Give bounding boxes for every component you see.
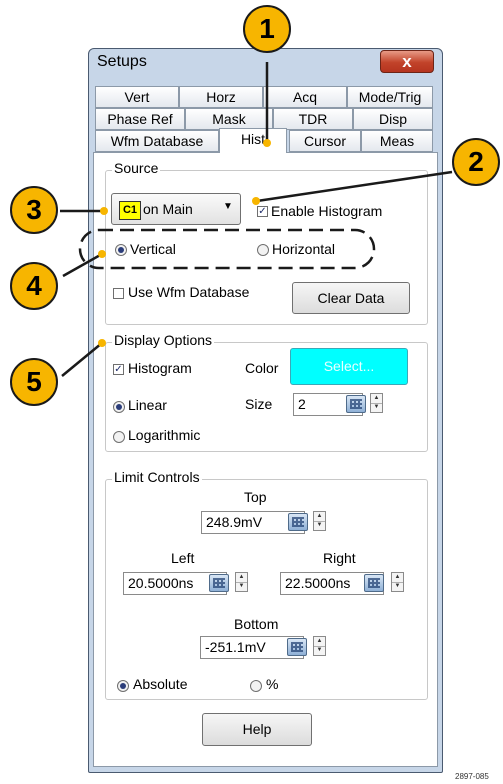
orientation-highlight-box: [78, 228, 376, 270]
callout-2-leader: [256, 170, 453, 203]
callout-4-dot: [98, 250, 106, 258]
callout-1-dot: [263, 139, 271, 147]
callout-3: 3: [10, 186, 58, 234]
callout-leaders: [60, 62, 453, 377]
callout-4: 4: [10, 262, 58, 310]
callout-3-dot: [100, 207, 108, 215]
callout-5: 5: [10, 358, 58, 406]
callout-5-dot: [98, 339, 106, 347]
callout-1: 1: [243, 5, 291, 53]
callout-2: 2: [452, 138, 500, 186]
callout-5-leader: [61, 342, 103, 377]
callout-2-dot: [252, 197, 260, 205]
